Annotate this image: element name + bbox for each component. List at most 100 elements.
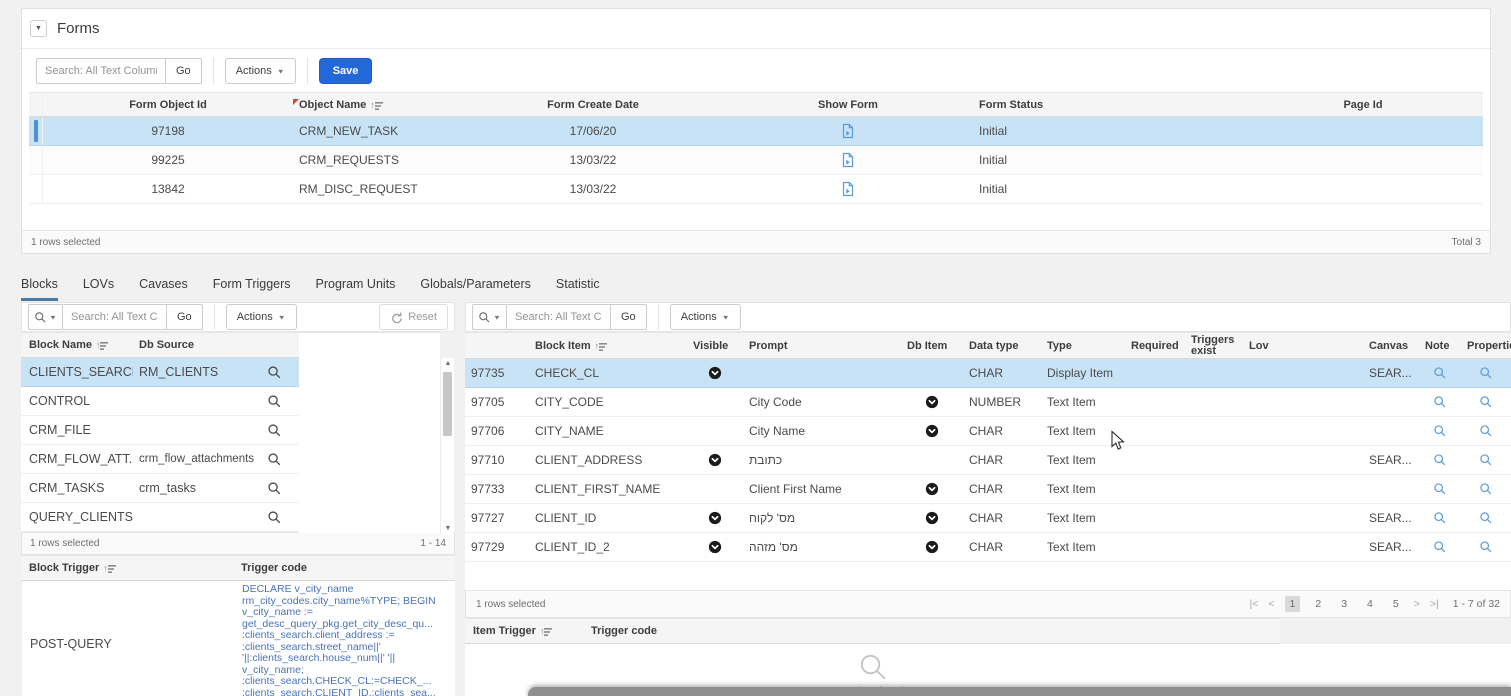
page-button-2[interactable]: 2 xyxy=(1310,596,1326,612)
last-page-button[interactable]: >| xyxy=(1430,598,1439,610)
tab-form-triggers[interactable]: Form Triggers xyxy=(213,277,291,301)
col-db-source[interactable]: Db Source xyxy=(133,339,255,351)
col-object-name[interactable]: Object Name↑ xyxy=(293,99,463,111)
item-row[interactable]: 97705 CITY_CODE City Code NUMBER Text It… xyxy=(465,388,1511,417)
tab-program-units[interactable]: Program Units xyxy=(316,277,396,301)
col-triggers-exist[interactable]: Triggers exist xyxy=(1185,335,1243,357)
block-row[interactable]: CONTROL xyxy=(21,387,299,416)
item-row[interactable]: 97710 CLIENT_ADDRESS כתובת CHAR Text Ite… xyxy=(465,446,1511,475)
col-visible[interactable]: Visible xyxy=(687,340,743,352)
col-type[interactable]: Type xyxy=(1041,340,1125,352)
properties-search-icon[interactable] xyxy=(1461,395,1511,409)
tab-globals-parameters[interactable]: Globals/Parameters xyxy=(420,277,530,301)
col-show-form[interactable]: Show Form xyxy=(723,99,973,111)
items-search-input[interactable] xyxy=(506,304,611,330)
block-detail-search-icon[interactable] xyxy=(255,365,293,380)
search-options-button[interactable]: ▼ xyxy=(472,304,506,330)
forms-actions-button[interactable]: Actions▼ xyxy=(225,58,296,84)
next-page-button[interactable]: > xyxy=(1414,598,1420,610)
block-detail-search-icon[interactable] xyxy=(255,423,293,438)
col-properties[interactable]: Properties xyxy=(1461,340,1511,352)
note-search-icon[interactable] xyxy=(1419,453,1461,467)
col-form-object-id[interactable]: Form Object Id xyxy=(43,99,293,111)
table-row[interactable]: 97198 CRM_NEW_TASK 17/06/20 Initial xyxy=(29,117,1483,146)
page-button-1[interactable]: 1 xyxy=(1285,596,1301,612)
show-form-cell[interactable] xyxy=(723,123,973,139)
properties-search-icon[interactable] xyxy=(1461,453,1511,467)
forms-search-input[interactable] xyxy=(36,58,166,84)
row-selector[interactable] xyxy=(29,117,43,145)
tab-blocks[interactable]: Blocks xyxy=(21,277,58,301)
item-row[interactable]: 97727 CLIENT_ID מס' לקוח CHAR Text Item … xyxy=(465,504,1511,533)
items-go-button[interactable]: Go xyxy=(611,304,647,330)
col-note[interactable]: Note xyxy=(1419,340,1461,352)
table-row[interactable]: 99225 CRM_REQUESTS 13/03/22 Initial xyxy=(29,146,1483,175)
note-search-icon[interactable] xyxy=(1419,424,1461,438)
tab-lovs[interactable]: LOVs xyxy=(83,277,114,301)
first-page-button[interactable]: |< xyxy=(1250,598,1259,610)
note-search-icon[interactable] xyxy=(1419,540,1461,554)
col-canvas[interactable]: Canvas xyxy=(1363,340,1419,352)
items-actions-button[interactable]: Actions▼ xyxy=(670,304,741,330)
scroll-down-icon[interactable]: ▼ xyxy=(441,523,455,535)
block-detail-search-icon[interactable] xyxy=(255,510,293,525)
vertical-scrollbar[interactable]: ▲ ▼ xyxy=(440,358,454,535)
block-row[interactable]: CRM_TASKS crm_tasks xyxy=(21,474,299,503)
col-item-trigger[interactable]: Item Trigger↑ xyxy=(465,625,585,637)
search-options-button[interactable]: ▼ xyxy=(28,304,62,330)
item-row[interactable]: 97729 CLIENT_ID_2 מס' מזהה CHAR Text Ite… xyxy=(465,533,1511,562)
col-page-id[interactable]: Page Id xyxy=(1243,99,1483,111)
block-trigger-row[interactable]: POST-QUERY DECLARE v_city_name rm_city_c… xyxy=(21,581,455,696)
col-db-item[interactable]: Db Item xyxy=(901,340,963,352)
page-button-5[interactable]: 5 xyxy=(1388,596,1404,612)
block-detail-search-icon[interactable] xyxy=(255,452,293,467)
block-row[interactable]: CRM_FILE xyxy=(21,416,299,445)
col-block-name[interactable]: Block Name↑ xyxy=(21,339,133,351)
block-detail-search-icon[interactable] xyxy=(255,394,293,409)
item-row[interactable]: 97706 CITY_NAME City Name CHAR Text Item xyxy=(465,417,1511,446)
col-block-item[interactable]: Block Item↑ xyxy=(529,340,687,352)
tab-cavases[interactable]: Cavases xyxy=(139,277,188,301)
item-row[interactable]: 97735 CHECK_CL CHAR Display Item SEAR... xyxy=(465,359,1511,388)
col-required[interactable]: Required xyxy=(1125,340,1185,352)
blocks-go-button[interactable]: Go xyxy=(167,304,203,330)
block-row[interactable]: CRM_FLOW_ATT... crm_flow_attachments xyxy=(21,445,299,474)
row-selector[interactable] xyxy=(29,175,43,203)
properties-search-icon[interactable] xyxy=(1461,424,1511,438)
col-form-status[interactable]: Form Status xyxy=(973,99,1243,111)
properties-search-icon[interactable] xyxy=(1461,366,1511,380)
reset-button[interactable]: Reset xyxy=(379,304,448,330)
tab-statistic[interactable]: Statistic xyxy=(556,277,600,301)
col-block-trigger[interactable]: Block Trigger↑ xyxy=(21,562,235,574)
blocks-search-input[interactable] xyxy=(62,304,167,330)
collapse-region-button[interactable]: ▼ xyxy=(30,20,47,37)
show-form-cell[interactable] xyxy=(723,181,973,197)
block-row[interactable]: CLIENTS_SEARCH RM_CLIENTS xyxy=(21,358,299,387)
col-lov[interactable]: Lov xyxy=(1243,340,1363,352)
page-button-4[interactable]: 4 xyxy=(1362,596,1378,612)
properties-search-icon[interactable] xyxy=(1461,482,1511,496)
table-row[interactable]: 13842 RM_DISC_REQUEST 13/03/22 Initial xyxy=(29,175,1483,204)
note-search-icon[interactable] xyxy=(1419,366,1461,380)
save-button[interactable]: Save xyxy=(319,58,373,84)
blocks-actions-button[interactable]: Actions▼ xyxy=(226,304,297,330)
note-search-icon[interactable] xyxy=(1419,395,1461,409)
note-search-icon[interactable] xyxy=(1419,511,1461,525)
page-button-3[interactable]: 3 xyxy=(1336,596,1352,612)
scroll-up-icon[interactable]: ▲ xyxy=(441,358,455,370)
col-prompt[interactable]: Prompt xyxy=(743,340,901,352)
col-trigger-code[interactable]: Trigger code xyxy=(235,562,455,574)
block-detail-search-icon[interactable] xyxy=(255,481,293,496)
note-search-icon[interactable] xyxy=(1419,482,1461,496)
block-row[interactable]: QUERY_CLIENTS xyxy=(21,503,299,532)
col-data-type[interactable]: Data type xyxy=(963,340,1041,352)
row-selector[interactable] xyxy=(29,146,43,174)
col-form-create-date[interactable]: Form Create Date xyxy=(463,99,723,111)
scrollbar-thumb[interactable] xyxy=(443,372,452,436)
prev-page-button[interactable]: < xyxy=(1268,598,1274,610)
forms-go-button[interactable]: Go xyxy=(166,58,202,84)
properties-search-icon[interactable] xyxy=(1461,540,1511,554)
col-trigger-code[interactable]: Trigger code xyxy=(585,625,663,637)
show-form-cell[interactable] xyxy=(723,152,973,168)
properties-search-icon[interactable] xyxy=(1461,511,1511,525)
